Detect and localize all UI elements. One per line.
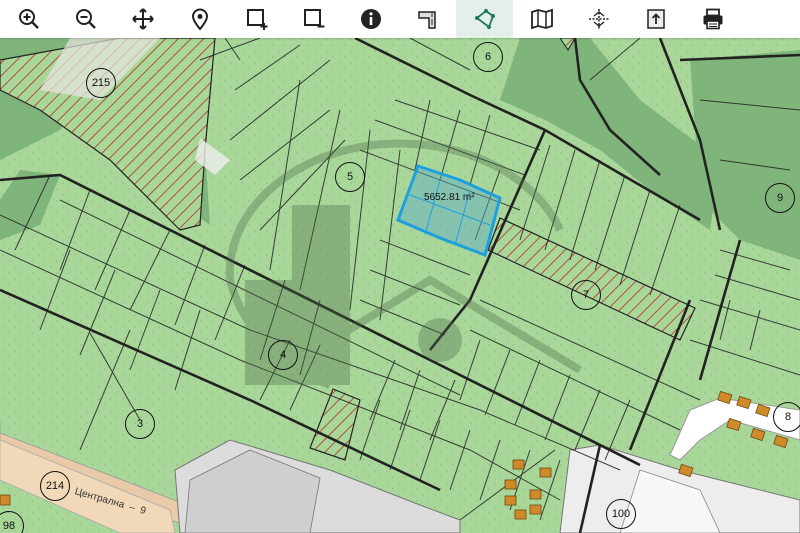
export-icon (646, 9, 665, 29)
area-measurement-label: 5652.81 m² (424, 192, 475, 203)
parcel-number[interactable]: 6 (473, 42, 503, 72)
parcel-number[interactable]: 3 (125, 409, 155, 439)
crosshair-icon (588, 9, 609, 29)
map-pin-icon (191, 8, 208, 31)
zoom-out-icon (75, 9, 96, 29)
select-add-icon (246, 9, 267, 30)
select-add-button[interactable] (228, 0, 285, 38)
zoom-out-button[interactable] (57, 0, 114, 38)
zoom-in-button[interactable] (0, 0, 57, 38)
select-remove-icon (303, 9, 324, 28)
measure-area-button[interactable] (399, 0, 456, 38)
map-icon (530, 8, 553, 30)
info-button[interactable] (342, 0, 399, 38)
parcel-number[interactable]: 4 (268, 340, 298, 370)
printer-icon (703, 8, 722, 30)
print-button[interactable] (684, 0, 741, 38)
move-icon (131, 8, 154, 30)
parcel-number[interactable]: 7 (571, 280, 601, 310)
select-remove-button[interactable] (285, 0, 342, 38)
info-icon (360, 9, 381, 29)
zoom-in-icon (18, 9, 39, 29)
polygon-icon (474, 9, 495, 29)
cadastral-map[interactable]: 215 6 5 9 7 4 3 8 214 100 98 5652.81 m² … (0, 38, 800, 533)
measure-area-icon (417, 11, 436, 29)
map-toolbar (0, 0, 800, 38)
layers-button[interactable] (513, 0, 570, 38)
map-canvas (0, 38, 800, 533)
parcel-number[interactable]: 9 (765, 183, 795, 213)
locate-button[interactable] (171, 0, 228, 38)
export-button[interactable] (627, 0, 684, 38)
parcel-number[interactable]: 5 (335, 162, 365, 192)
pan-button[interactable] (114, 0, 171, 38)
parcel-number[interactable]: 214 (40, 471, 70, 501)
polygon-button[interactable] (456, 0, 513, 38)
coordinates-button[interactable] (570, 0, 627, 38)
parcel-number[interactable]: 8 (773, 402, 800, 432)
parcel-number[interactable]: 215 (86, 68, 116, 98)
parcel-number[interactable]: 100 (606, 499, 636, 529)
